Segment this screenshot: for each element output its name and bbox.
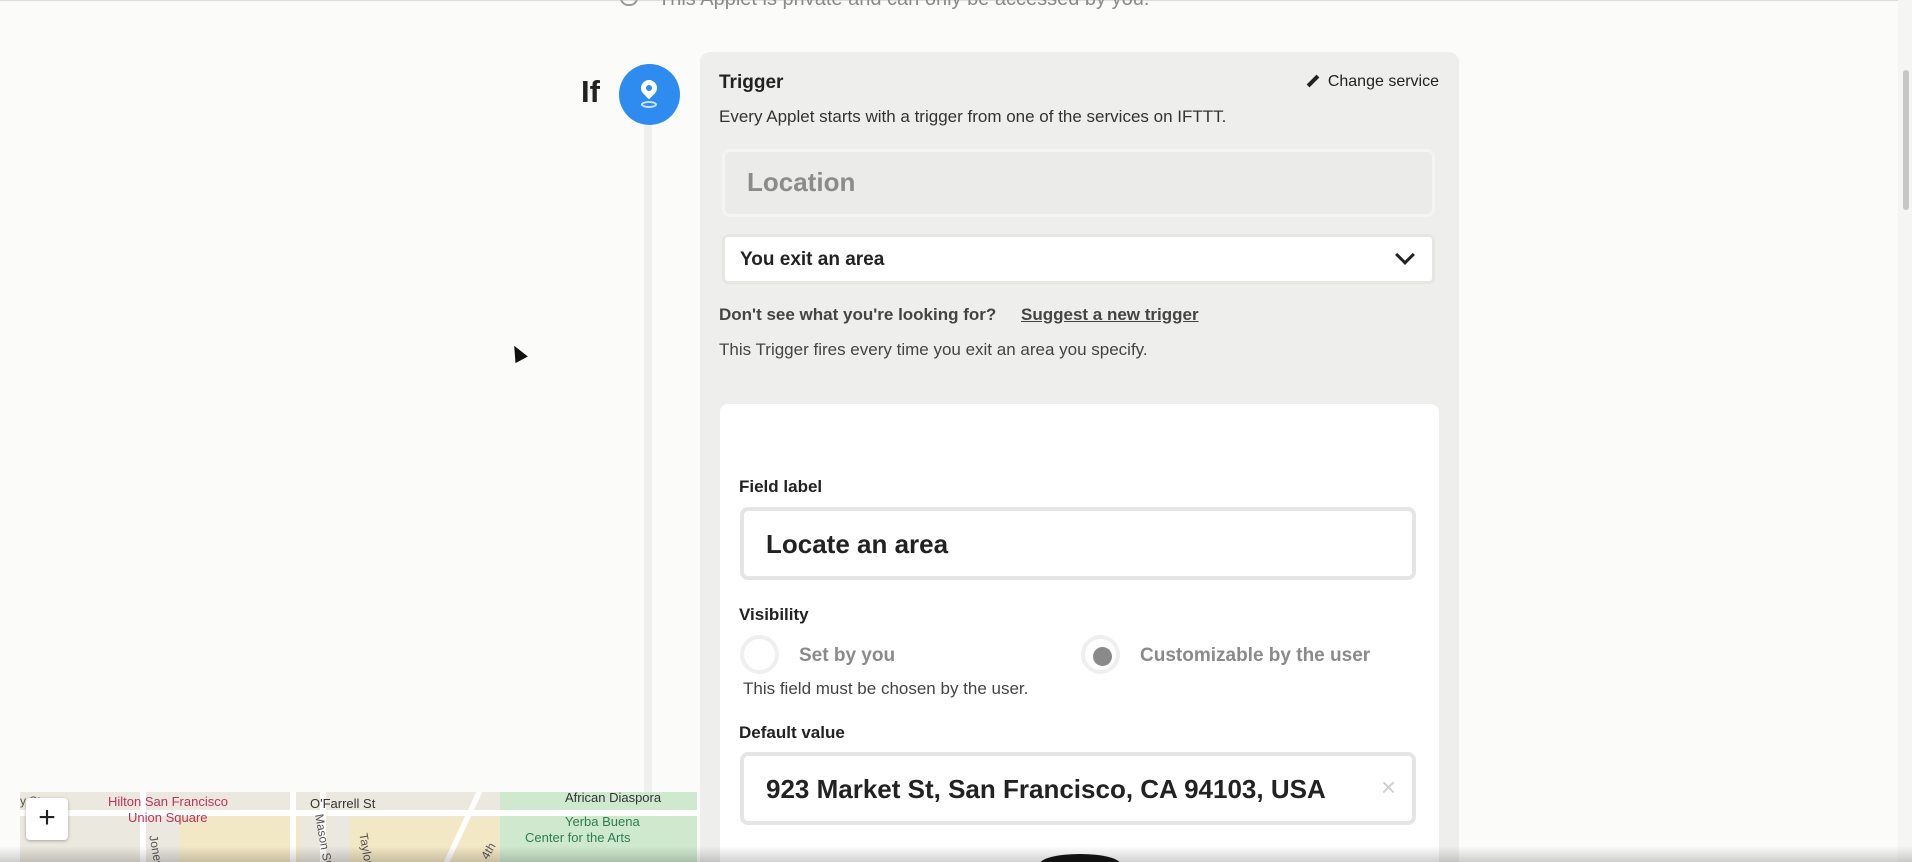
pencil-icon bbox=[1306, 75, 1320, 89]
radio-set-by-you[interactable] bbox=[740, 635, 779, 674]
pin-hole-icon bbox=[646, 85, 652, 91]
map-label-yerba-buena: Yerba Buena bbox=[565, 814, 640, 829]
suggest-trigger-link[interactable]: Suggest a new trigger bbox=[1021, 305, 1199, 325]
clear-icon[interactable]: × bbox=[1381, 772, 1396, 803]
trigger-card: Trigger Change service Every Applet star… bbox=[700, 52, 1459, 862]
default-value-heading: Default value bbox=[739, 723, 845, 742]
service-name-box: Location bbox=[722, 149, 1435, 217]
mouse-cursor-icon bbox=[508, 342, 528, 364]
field-label-value: Locate an area bbox=[766, 529, 949, 559]
bottom-shadow bbox=[0, 846, 1912, 862]
trigger-fires-text: This Trigger fires every time you exit a… bbox=[719, 340, 1148, 359]
radio-label-set-by-you[interactable]: Set by you bbox=[799, 645, 895, 667]
dont-see-text: Don't see what you're looking for? bbox=[719, 305, 997, 324]
radio-label-customizable[interactable]: Customizable by the user bbox=[1140, 645, 1370, 667]
selected-trigger: You exit an area bbox=[740, 249, 885, 270]
default-value-input[interactable]: 923 Market St, San Francisco, CA 94103, … bbox=[740, 752, 1416, 825]
chevron-down-icon bbox=[1395, 245, 1415, 265]
change-service-button[interactable]: Change service bbox=[1306, 73, 1439, 91]
private-note: This Applet is private and can only be a… bbox=[658, 0, 1149, 11]
map-label-hilton: Hilton San Francisco bbox=[108, 794, 228, 809]
radio-customizable[interactable] bbox=[1081, 635, 1120, 674]
default-value-text: 923 Market St, San Francisco, CA 94103, … bbox=[766, 774, 1326, 804]
pin-base-icon bbox=[641, 101, 657, 108]
lock-icon bbox=[620, 0, 638, 6]
map-label-union-square: Union Square bbox=[128, 810, 208, 825]
trigger-description: Every Applet starts with a trigger from … bbox=[719, 107, 1227, 126]
field-label-heading: Field label bbox=[739, 477, 823, 496]
map-label-center-arts: Center for the Arts bbox=[525, 830, 631, 845]
map-label-african-diaspora: African Diaspora bbox=[565, 792, 662, 805]
field-label-input[interactable]: Locate an area bbox=[740, 507, 1416, 580]
trigger-title: Trigger bbox=[719, 72, 784, 93]
change-service-label: Change service bbox=[1327, 73, 1439, 90]
map-label-ofarrell: O'Farrell St bbox=[310, 796, 376, 811]
applet-editor-page: This Applet is private and can only be a… bbox=[0, 0, 1912, 862]
field-settings-card: Field label Locate an area Visibility Se… bbox=[720, 404, 1439, 862]
zoom-in-button[interactable]: + bbox=[26, 798, 68, 840]
visibility-heading: Visibility bbox=[739, 605, 809, 624]
applet-flow-line bbox=[644, 120, 652, 862]
scrollbar-thumb[interactable] bbox=[1903, 70, 1909, 210]
if-label: If bbox=[581, 74, 600, 109]
visibility-help-text: This field must be chosen by the user. bbox=[743, 679, 1029, 698]
service-name: Location bbox=[747, 167, 856, 197]
trigger-select[interactable]: You exit an area bbox=[722, 234, 1435, 284]
location-pin-icon bbox=[619, 64, 680, 125]
